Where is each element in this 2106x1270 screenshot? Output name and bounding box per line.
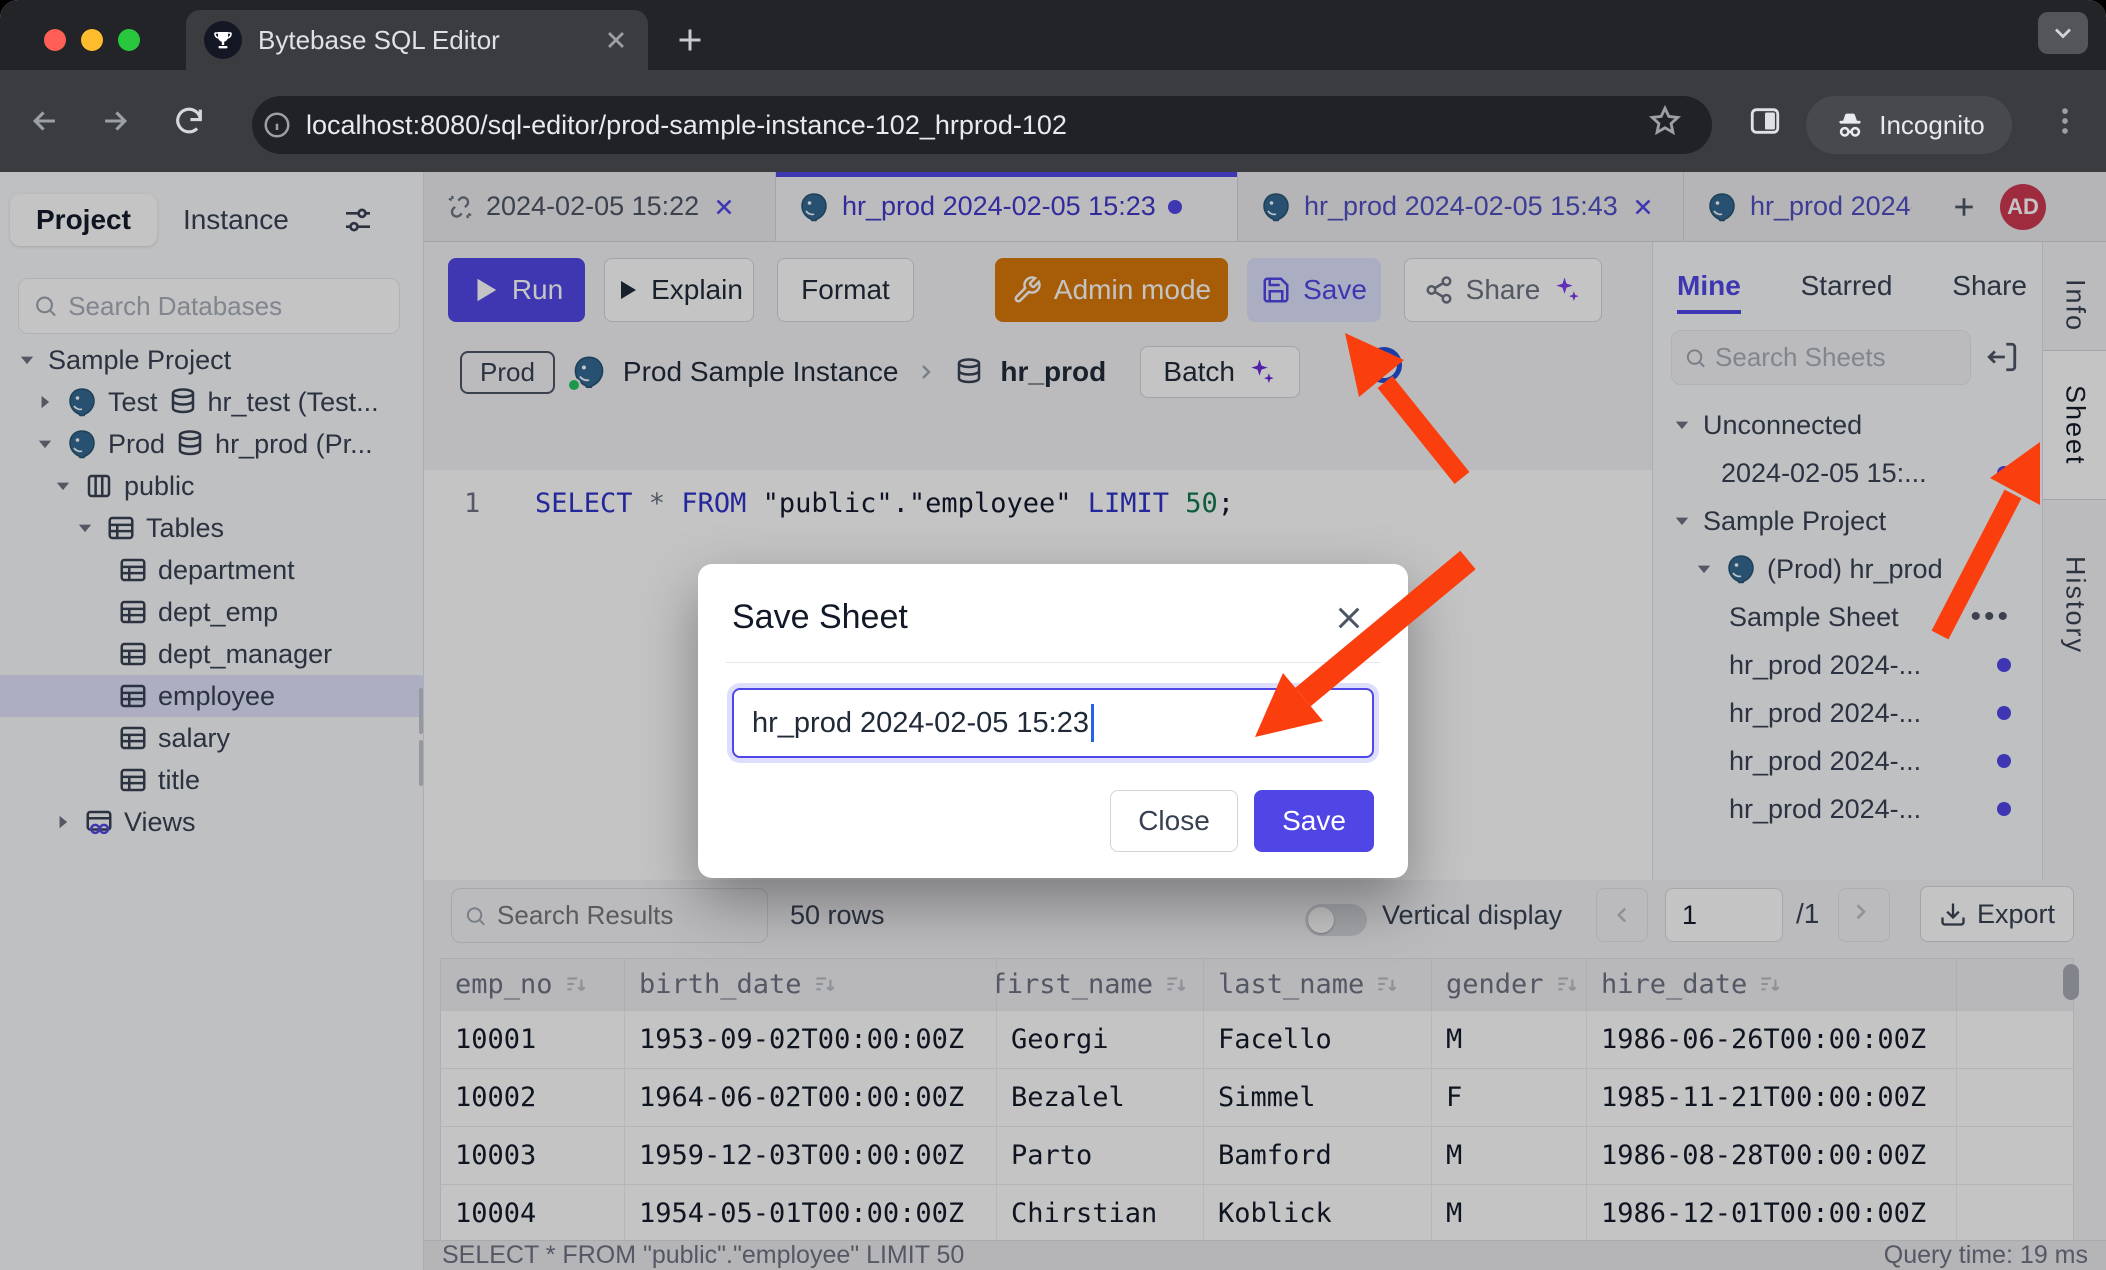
dialog-close-button[interactable]: Close — [1110, 790, 1238, 852]
dialog-close-icon[interactable] — [1333, 602, 1365, 634]
bookmark-star-icon[interactable] — [1648, 104, 1682, 138]
url-bar[interactable]: localhost:8080/sql-editor/prod-sample-in… — [252, 96, 1712, 154]
sheet-name-input[interactable]: hr_prod 2024-02-05 15:23 — [732, 688, 1374, 758]
incognito-icon — [1833, 108, 1867, 142]
close-tab-icon[interactable] — [602, 26, 630, 54]
browser-tab[interactable]: Bytebase SQL Editor — [186, 10, 648, 70]
dialog-divider — [726, 662, 1380, 663]
incognito-badge: Incognito — [1806, 96, 2012, 154]
forward-icon[interactable] — [98, 104, 132, 138]
close-window-button[interactable] — [44, 29, 66, 51]
url-text: localhost:8080/sql-editor/prod-sample-in… — [306, 110, 1067, 141]
back-icon[interactable] — [28, 104, 62, 138]
browser-tab-title: Bytebase SQL Editor — [258, 25, 586, 56]
bytebase-favicon — [204, 21, 242, 59]
dialog-title: Save Sheet — [732, 598, 908, 637]
browser-toolbar: localhost:8080/sql-editor/prod-sample-in… — [0, 70, 2106, 172]
tab-search-chevron-button[interactable] — [2038, 12, 2088, 54]
browser-window: Bytebase SQL Editor localhost:8080/sql-e… — [0, 0, 2106, 1270]
save-sheet-dialog: Save Sheet hr_prod 2024-02-05 15:23 Clos… — [698, 564, 1408, 878]
incognito-label: Incognito — [1879, 110, 1985, 141]
browser-tab-strip: Bytebase SQL Editor — [0, 0, 2106, 70]
sheet-name-value: hr_prod 2024-02-05 15:23 — [752, 707, 1089, 740]
new-tab-button[interactable] — [672, 22, 708, 58]
reload-icon[interactable] — [172, 104, 206, 138]
minimize-window-button[interactable] — [81, 29, 103, 51]
site-info-icon[interactable] — [262, 110, 292, 140]
side-panel-icon[interactable] — [1748, 104, 1782, 138]
zoom-window-button[interactable] — [118, 29, 140, 51]
browser-menu-icon[interactable] — [2048, 104, 2082, 138]
text-cursor — [1091, 704, 1094, 742]
dialog-save-button[interactable]: Save — [1254, 790, 1374, 852]
